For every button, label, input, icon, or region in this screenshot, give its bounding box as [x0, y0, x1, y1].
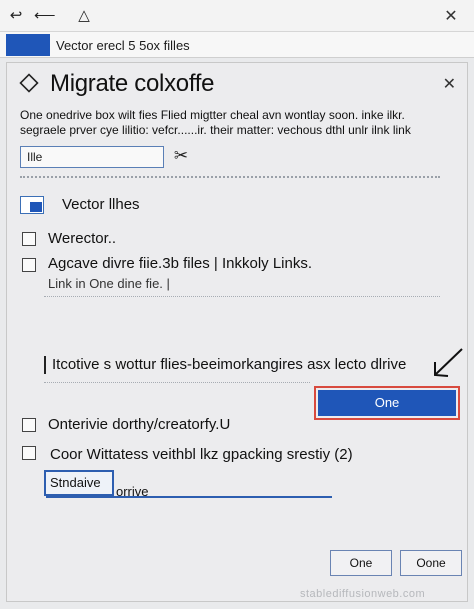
info-bar	[44, 356, 46, 374]
title-bar	[0, 0, 474, 32]
diamond-icon	[19, 73, 39, 93]
dialog-title: Migrate colxoffe	[50, 70, 215, 97]
scissors-icon[interactable]: ✂	[170, 146, 192, 166]
tab-label[interactable]: Vector erecl 5 5ox filles	[56, 38, 190, 53]
checkbox-4-label: Coor Wittatess veithbl lkz gpacking sres…	[50, 446, 353, 463]
minus-icon[interactable]: ⟵	[34, 6, 56, 26]
checkbox-2-label: Agcave divre fiie.3b files | Inkkoly Lin…	[48, 255, 313, 272]
dotted-divider-3	[44, 382, 310, 383]
dotted-divider-2	[44, 296, 440, 297]
checkbox-4[interactable]	[22, 446, 36, 460]
migrate-dialog	[6, 62, 468, 602]
dotted-divider	[20, 176, 440, 178]
checkbox-1-label: Werector..	[48, 230, 117, 247]
sandbox-field[interactable]: Stndaive	[44, 470, 114, 496]
cancel-button[interactable]: Oone	[400, 550, 462, 576]
checkbox-2[interactable]	[22, 258, 36, 272]
ok-button[interactable]: One	[330, 550, 392, 576]
primary-button[interactable]: One	[318, 390, 456, 416]
checkbox-1[interactable]	[22, 232, 36, 246]
back-icon[interactable]: ↩	[6, 6, 26, 26]
tab-accent[interactable]	[6, 34, 50, 56]
window-close-icon[interactable]: ✕	[442, 8, 460, 26]
warning-icon[interactable]: △	[74, 6, 94, 26]
info-text: Itcotive s wottur flies-beeimorkangires …	[52, 356, 407, 373]
sandbox-field-suffix: orrive	[116, 484, 149, 499]
arrow-pointer-icon	[434, 348, 463, 377]
vector-files-label: Vector llhes	[62, 196, 140, 213]
checkbox-2-sublabel: Link in One dine fie. |	[48, 276, 170, 291]
checkbox-3[interactable]	[22, 418, 36, 432]
file-input[interactable]	[20, 146, 164, 168]
dialog-close-icon[interactable]: ✕	[443, 74, 456, 94]
vector-files-icon	[20, 196, 44, 214]
watermark: stablediffusionweb.com	[300, 588, 426, 600]
checkbox-3-label: Onterivie dorthy/creatorfy.U	[48, 416, 231, 433]
dialog-description: One onedrive box wilt fies Flied migtter…	[20, 108, 411, 137]
